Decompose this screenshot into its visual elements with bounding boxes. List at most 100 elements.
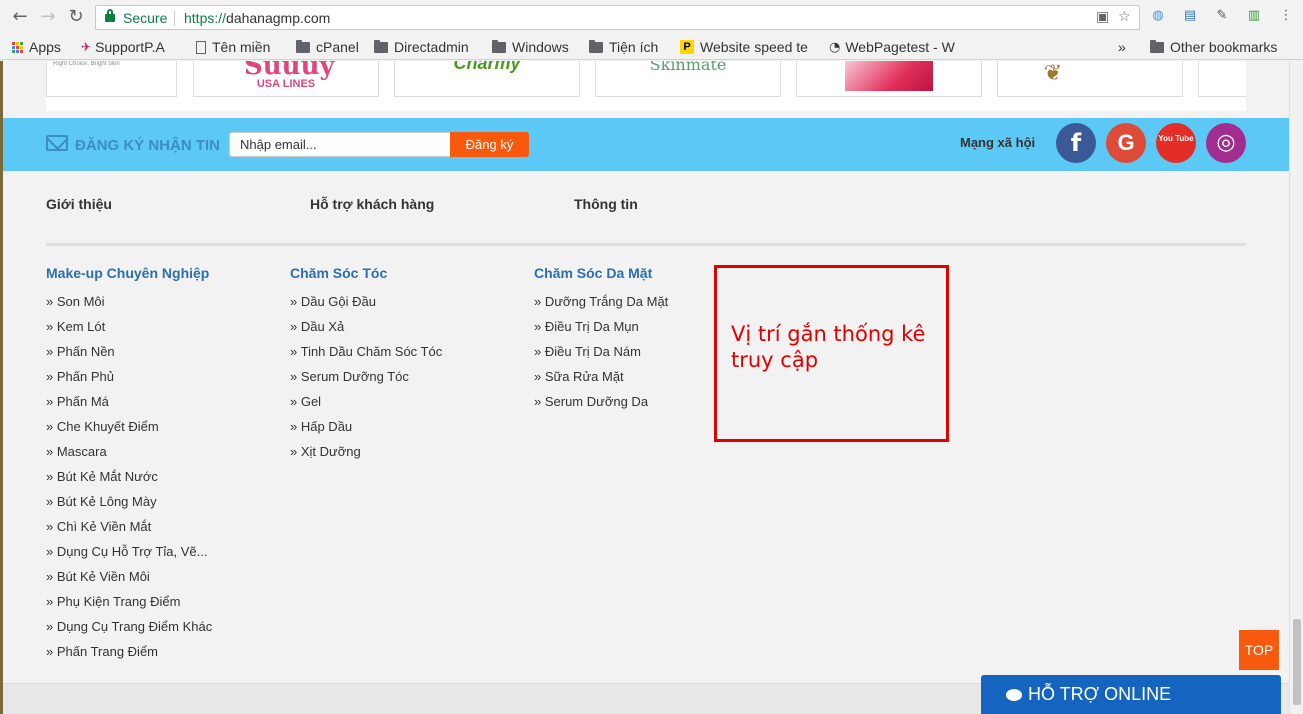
folder-icon	[492, 39, 506, 53]
brand-logo[interactable]	[796, 61, 982, 97]
eyedropper-icon[interactable]: ✎	[1214, 8, 1230, 24]
menu-kebab-icon[interactable]: ⋮	[1278, 8, 1294, 24]
folder-icon	[1150, 39, 1164, 53]
translate-icon[interactable]: ▣	[1096, 9, 1109, 25]
back-icon[interactable]: ←	[10, 7, 30, 27]
footer-heading-support[interactable]: Hỗ trợ khách hàng	[310, 196, 434, 212]
brand-logo[interactable]: ❦	[997, 61, 1183, 97]
url-text[interactable]: https://dahanagmp.com	[184, 10, 330, 26]
category-link[interactable]: » Dưỡng Trắng Da Mặt	[534, 294, 668, 319]
footer-column-makeup: Make-up Chuyên Nghiệp » Son Môi » Kem Ló…	[46, 265, 212, 669]
category-link[interactable]: » Phấn Trang Điểm	[46, 644, 212, 669]
category-link[interactable]: » Chì Kẻ Viền Mắt	[46, 519, 212, 544]
category-link[interactable]: » Dụng Cụ Hỗ Trợ Tỉa, Vẽ...	[46, 544, 212, 569]
instagram-icon[interactable]: ◎	[1206, 123, 1246, 163]
category-link[interactable]: » Điều Trị Da Nám	[534, 344, 668, 369]
forward-icon[interactable]: →	[38, 7, 58, 27]
category-link[interactable]: » Mascara	[46, 444, 212, 469]
category-link[interactable]: » Xịt Dưỡng	[290, 444, 442, 469]
category-link[interactable]: » Bút Kẻ Mắt Nước	[46, 469, 212, 494]
lock-icon	[105, 9, 115, 22]
footer-column-hair: Chăm Sóc Tóc » Dầu Gội Đầu » Dầu Xả » Ti…	[290, 265, 442, 469]
social-label: Mạng xã hội	[960, 135, 1036, 150]
back-to-top-button[interactable]: TOP	[1239, 630, 1279, 670]
support-online-button[interactable]: HỖ TRỢ ONLINE	[981, 675, 1281, 714]
bookmarks-bar: Apps ✈ SupportP.A Tên miền cPanel Direct…	[0, 34, 1303, 60]
brand-strip: Right Choice, Bright Skin Suuuy USA LINE…	[46, 61, 1246, 111]
category-link[interactable]: » Che Khuyết Điểm	[46, 419, 212, 444]
footer-heading-info[interactable]: Thông tin	[574, 196, 638, 212]
bookmark-supportpa[interactable]: ✈ SupportP.A	[81, 38, 165, 56]
brand-mark: Suuuy	[244, 61, 335, 81]
category-link[interactable]: » Dụng Cụ Trang Điểm Khác	[46, 619, 212, 644]
star-icon[interactable]: ☆	[1118, 9, 1131, 25]
brand-logo[interactable]: Charmy	[394, 61, 580, 97]
address-bar[interactable]: Secure https://dahanagmp.com ▣ ☆	[95, 5, 1140, 30]
category-link[interactable]: » Dầu Gội Đầu	[290, 294, 442, 319]
category-link[interactable]: » Sữa Rửa Mặt	[534, 369, 668, 394]
subscribe-button[interactable]: Đăng ký	[450, 132, 529, 157]
folder-icon	[374, 39, 388, 53]
column-title[interactable]: Make-up Chuyên Nghiệp	[46, 265, 212, 294]
brand-logo[interactable]: Right Choice, Bright Skin	[46, 61, 177, 97]
bookmark-windows[interactable]: Windows	[492, 38, 569, 56]
support-label: HỖ TRỢ ONLINE	[1028, 684, 1172, 704]
page-scrollbar[interactable]	[1289, 61, 1303, 714]
extension-globe-icon[interactable]: ◍	[1150, 8, 1166, 24]
analytics-icon[interactable]: ▥	[1246, 8, 1262, 24]
page-content: Right Choice, Bright Skin Suuuy USA LINE…	[3, 61, 1289, 714]
bookmark-apps[interactable]: Apps	[12, 38, 61, 56]
bookmark-overflow[interactable]: »	[1118, 38, 1126, 56]
brand-logo[interactable]	[1198, 61, 1246, 97]
category-link[interactable]: » Gel	[290, 394, 442, 419]
category-link[interactable]: » Phấn Nền	[46, 344, 212, 369]
category-link[interactable]: » Phấn Phủ	[46, 369, 212, 394]
brand-logo[interactable]: Skinmate	[595, 61, 781, 97]
bookmark-ten-mien[interactable]: Tên miền	[196, 38, 270, 56]
browser-toolbar: ← → ↻ Secure https://dahanagmp.com ▣ ☆ ◍…	[0, 0, 1303, 34]
scroll-thumb[interactable]	[1293, 619, 1301, 705]
category-link[interactable]: » Phấn Má	[46, 394, 212, 419]
bookmark-tien-ich[interactable]: Tiện ích	[589, 38, 658, 56]
bookmark-label: Apps	[29, 39, 61, 55]
column-title[interactable]: Chăm Sóc Da Mặt	[534, 265, 668, 294]
footer-heading-about[interactable]: Giới thiệu	[46, 196, 112, 212]
facebook-icon[interactable]: f	[1056, 123, 1096, 163]
category-link[interactable]: » Serum Dưỡng Da	[534, 394, 668, 419]
bookmark-directadmin[interactable]: Directadmin	[374, 38, 469, 56]
extension-page-icon[interactable]: ▤	[1182, 8, 1198, 24]
url-host: dahanagmp.com	[226, 10, 331, 26]
reload-icon[interactable]: ↻	[66, 7, 86, 27]
category-link[interactable]: » Son Môi	[46, 294, 212, 319]
category-link[interactable]: » Bút Kẻ Viền Môi	[46, 569, 212, 594]
bookmark-other[interactable]: Other bookmarks	[1150, 38, 1277, 56]
google-icon[interactable]: G	[1106, 123, 1146, 163]
footer-divider	[46, 243, 1246, 246]
category-link[interactable]: » Tinh Dầu Chăm Sóc Tóc	[290, 344, 442, 369]
bookmark-label: WebPagetest - W	[845, 39, 955, 55]
bookmark-label: SupportP.A	[95, 39, 165, 55]
category-link[interactable]: » Dầu Xả	[290, 319, 442, 344]
category-link[interactable]: » Hấp Dầu	[290, 419, 442, 444]
brand-product-image	[845, 61, 933, 91]
bookmark-website-speed[interactable]: P Website speed te	[680, 38, 818, 56]
mail-icon	[46, 135, 68, 151]
apps-grid-icon	[12, 41, 23, 53]
bookmark-cpanel[interactable]: cPanel	[296, 38, 359, 56]
category-link[interactable]: » Điều Trị Da Mụn	[534, 319, 668, 344]
youtube-icon[interactable]: You Tube	[1156, 123, 1196, 163]
category-link[interactable]: » Serum Dưỡng Tóc	[290, 369, 442, 394]
brand-logo[interactable]: Suuuy USA LINES	[193, 61, 379, 97]
bookmark-label: Directadmin	[394, 39, 469, 55]
email-input[interactable]	[229, 132, 451, 157]
bookmark-webpagetest[interactable]: ◔ WebPagetest - W	[829, 38, 967, 56]
category-link[interactable]: » Bút Kẻ Lông Mày	[46, 494, 212, 519]
supportpa-icon: ✈	[81, 40, 92, 54]
category-link[interactable]: » Phụ Kiện Trang Điểm	[46, 594, 212, 619]
omnibox-separator	[174, 10, 175, 26]
category-link[interactable]: » Kem Lót	[46, 319, 212, 344]
folder-icon	[296, 39, 310, 53]
gauge-icon: ◔	[829, 39, 841, 55]
newsletter-bar: ĐĂNG KÝ NHẬN TIN Đăng ký	[3, 118, 1289, 171]
column-title[interactable]: Chăm Sóc Tóc	[290, 265, 442, 294]
